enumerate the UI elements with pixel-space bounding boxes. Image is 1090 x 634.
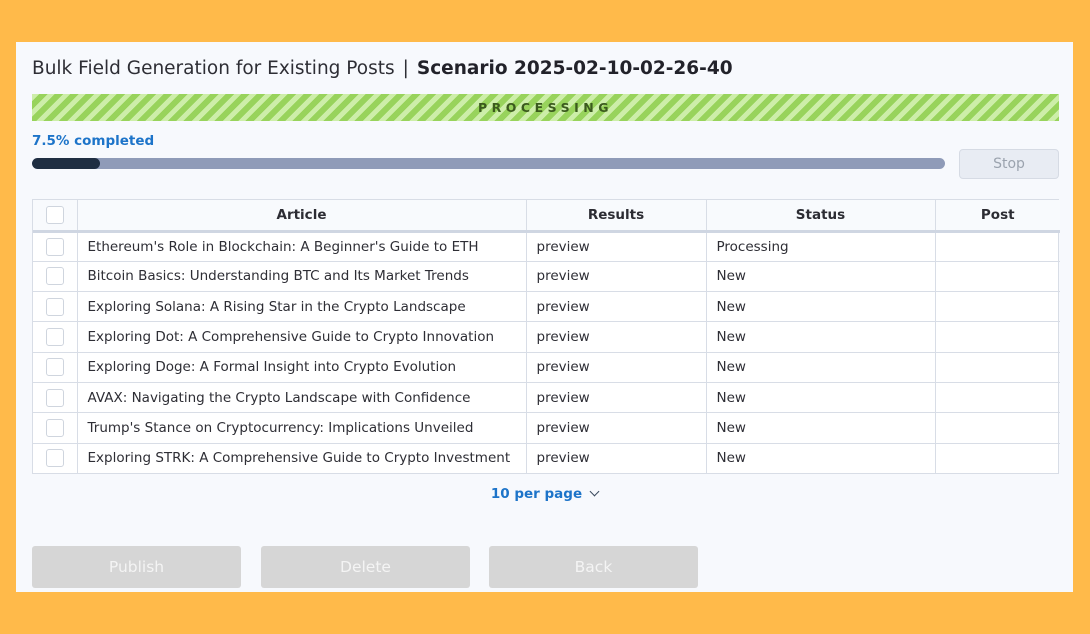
- post-cell: [935, 443, 1060, 473]
- per-page-select[interactable]: 10 per page: [16, 486, 1073, 502]
- processing-banner-label: PROCESSING: [478, 100, 613, 115]
- scenario-name: Scenario 2025-02-10-02-26-40: [416, 58, 733, 79]
- status-value: New: [706, 412, 936, 444]
- post-cell: [935, 382, 1060, 414]
- table-row: Trump's Stance on Cryptocurrency: Implic…: [33, 412, 1060, 444]
- table-row: Ethereum's Role in Blockchain: A Beginne…: [33, 231, 1060, 262]
- status-value: New: [706, 352, 936, 383]
- result-preview-link[interactable]: preview: [526, 382, 707, 414]
- table-row: Exploring Doge: A Formal Insight into Cr…: [33, 352, 1060, 383]
- article-title: Exploring Doge: A Formal Insight into Cr…: [77, 352, 527, 383]
- processing-banner: PROCESSING: [32, 94, 1059, 121]
- post-cell: [935, 261, 1060, 293]
- post-cell: [935, 321, 1060, 353]
- delete-button[interactable]: Delete: [261, 546, 470, 588]
- article-title: Ethereum's Role in Blockchain: A Beginne…: [77, 231, 527, 262]
- row-checkbox[interactable]: [45, 388, 64, 407]
- post-cell: [935, 412, 1060, 444]
- result-preview-link[interactable]: preview: [526, 291, 707, 323]
- row-select-cell: [33, 231, 78, 262]
- column-header-results[interactable]: Results: [526, 200, 707, 233]
- per-page-label: 10 per page: [490, 486, 583, 502]
- select-all-checkbox[interactable]: [45, 205, 64, 224]
- row-select-cell: [33, 412, 78, 444]
- status-value: New: [706, 321, 936, 353]
- post-cell: [935, 231, 1060, 262]
- row-checkbox[interactable]: [45, 358, 64, 377]
- post-cell: [935, 291, 1060, 323]
- status-value: New: [706, 291, 936, 323]
- post-cell: [935, 352, 1060, 383]
- publish-button[interactable]: Publish: [32, 546, 241, 588]
- article-title: Bitcoin Basics: Understanding BTC and It…: [77, 261, 527, 293]
- chevron-down-icon: [589, 486, 600, 497]
- back-button[interactable]: Back: [489, 546, 698, 588]
- result-preview-link[interactable]: preview: [526, 352, 707, 383]
- article-title: Exploring Dot: A Comprehensive Guide to …: [77, 321, 527, 353]
- article-title: AVAX: Navigating the Crypto Landscape wi…: [77, 382, 527, 414]
- status-value: New: [706, 261, 936, 293]
- status-value: New: [706, 443, 936, 474]
- progress-bar: [32, 158, 945, 169]
- article-title: Exploring STRK: A Comprehensive Guide to…: [77, 443, 527, 474]
- column-header-status[interactable]: Status: [706, 200, 936, 233]
- table-row: Exploring Solana: A Rising Star in the C…: [33, 291, 1060, 323]
- articles-table: Article Results Status Post Ethereum's R…: [32, 199, 1060, 475]
- row-select-cell: [33, 261, 78, 293]
- row-select-cell: [33, 382, 78, 414]
- table-row: Exploring STRK: A Comprehensive Guide to…: [33, 443, 1060, 474]
- page-title: Bulk Field Generation for Existing Posts…: [32, 58, 733, 79]
- row-select-cell: [33, 291, 78, 323]
- table-header-row: Article Results Status Post: [33, 200, 1060, 233]
- row-checkbox[interactable]: [45, 449, 64, 468]
- row-select-cell: [33, 443, 78, 474]
- progress-bar-fill: [32, 158, 101, 169]
- table-row: Bitcoin Basics: Understanding BTC and It…: [33, 261, 1060, 293]
- select-all-cell: [33, 200, 78, 233]
- row-checkbox[interactable]: [45, 328, 64, 347]
- page-title-text: Bulk Field Generation for Existing Posts: [32, 58, 395, 79]
- column-header-article[interactable]: Article: [77, 200, 527, 233]
- status-value: New: [706, 382, 936, 414]
- row-checkbox[interactable]: [45, 267, 64, 286]
- table-row: Exploring Dot: A Comprehensive Guide to …: [33, 321, 1060, 353]
- title-separator: |: [402, 58, 409, 79]
- status-value: Processing: [706, 231, 936, 262]
- article-title: Trump's Stance on Cryptocurrency: Implic…: [77, 412, 527, 444]
- table-row: AVAX: Navigating the Crypto Landscape wi…: [33, 382, 1060, 414]
- result-preview-link[interactable]: preview: [526, 412, 707, 444]
- row-checkbox[interactable]: [45, 297, 64, 316]
- result-preview-link[interactable]: preview: [526, 443, 707, 474]
- result-preview-link[interactable]: preview: [526, 231, 707, 262]
- progress-text: 7.5% completed: [32, 133, 155, 149]
- bulk-generation-panel: Bulk Field Generation for Existing Posts…: [16, 42, 1073, 592]
- column-header-post[interactable]: Post: [935, 200, 1060, 233]
- result-preview-link[interactable]: preview: [526, 261, 707, 293]
- row-select-cell: [33, 352, 78, 383]
- article-title: Exploring Solana: A Rising Star in the C…: [77, 291, 527, 323]
- stop-button[interactable]: Stop: [959, 149, 1059, 179]
- row-select-cell: [33, 321, 78, 353]
- row-checkbox[interactable]: [45, 418, 64, 437]
- row-checkbox[interactable]: [45, 237, 64, 256]
- result-preview-link[interactable]: preview: [526, 321, 707, 353]
